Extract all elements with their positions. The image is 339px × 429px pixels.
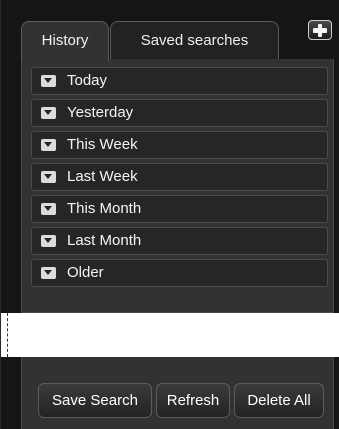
tab-history-label: History <box>41 32 89 49</box>
history-group-label: This Month <box>67 200 142 217</box>
tab-bar: History Saved searches <box>21 21 334 61</box>
history-group-last-week[interactable]: Last Week <box>31 163 328 191</box>
history-group-older[interactable]: Older <box>31 259 328 287</box>
caret-down-icon[interactable] <box>41 171 56 183</box>
caret-down-icon[interactable] <box>41 203 56 215</box>
save-search-button[interactable]: Save Search <box>38 383 152 418</box>
pin-icon-head <box>318 24 322 37</box>
tab-saved-searches[interactable]: Saved searches <box>110 21 279 59</box>
history-group-label: Last Week <box>67 168 138 185</box>
history-group-label: This Week <box>67 136 138 153</box>
tab-history[interactable]: History <box>21 21 109 61</box>
history-group-label: Yesterday <box>67 104 134 121</box>
blank-gap <box>1 313 339 357</box>
caret-down-icon[interactable] <box>41 139 56 151</box>
delete-all-button[interactable]: Delete All <box>234 383 324 418</box>
dashed-divider <box>7 313 8 357</box>
history-group-last-month[interactable]: Last Month <box>31 227 328 255</box>
history-group-today[interactable]: Today <box>31 67 328 95</box>
history-group-yesterday[interactable]: Yesterday <box>31 99 328 127</box>
caret-down-icon[interactable] <box>41 267 56 279</box>
tab-saved-searches-label: Saved searches <box>140 32 249 49</box>
pin-button[interactable] <box>308 20 332 40</box>
caret-down-icon[interactable] <box>41 75 56 87</box>
search-history-panel: History Saved searches Today Yesterday T… <box>0 0 339 429</box>
history-group-label: Today <box>67 72 108 89</box>
history-group-this-month[interactable]: This Month <box>31 195 328 223</box>
history-group-this-week[interactable]: This Week <box>31 131 328 159</box>
action-bar: Save Search Refresh Delete All <box>21 357 334 429</box>
caret-down-icon[interactable] <box>41 107 56 119</box>
history-group-label: Older <box>67 264 104 281</box>
refresh-button[interactable]: Refresh <box>156 383 230 418</box>
history-list: Today Yesterday This Week Last Week This… <box>21 59 334 313</box>
history-group-label: Last Month <box>67 232 142 249</box>
caret-down-icon[interactable] <box>41 235 56 247</box>
